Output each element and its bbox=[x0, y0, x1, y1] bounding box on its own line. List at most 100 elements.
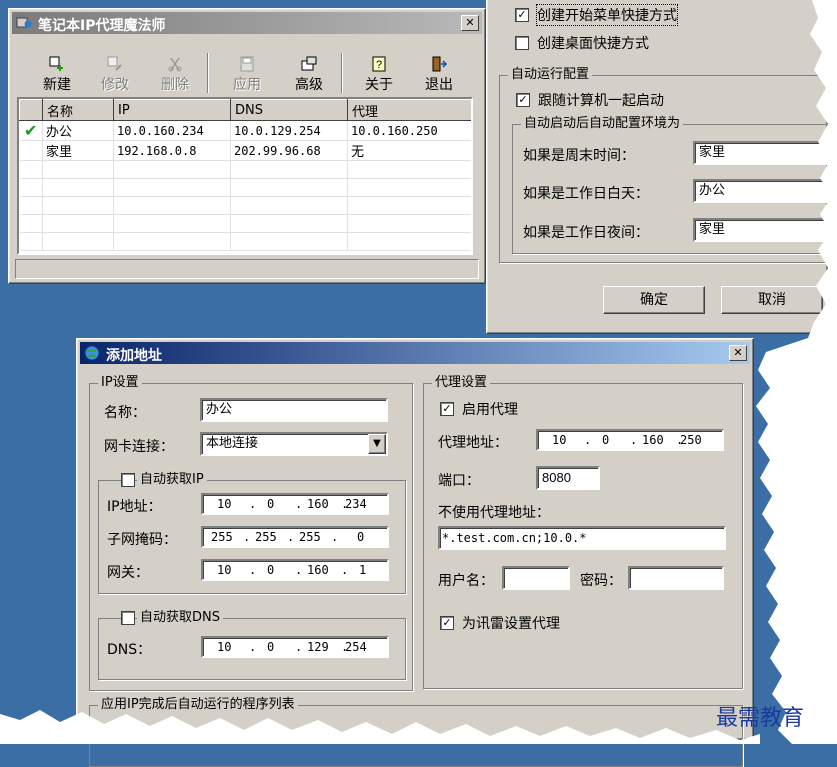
column-header-name[interactable]: 名称 bbox=[42, 99, 114, 121]
active-check-icon: ✔ bbox=[19, 120, 43, 141]
address-table: 名称 IP DNS 代理 ✔ 办公 10.0.160.234 10.0.129.… bbox=[19, 99, 471, 251]
column-header-ip[interactable]: IP bbox=[113, 99, 231, 121]
row-ip: 192.168.0.8 bbox=[113, 140, 231, 161]
table-row-empty bbox=[19, 214, 471, 233]
edit-icon bbox=[93, 56, 137, 74]
row-name: 家里 bbox=[42, 140, 114, 161]
thunder-proxy-checkbox[interactable]: ✓ bbox=[440, 616, 454, 630]
svg-text:?: ? bbox=[376, 59, 382, 71]
ip-octet: 0 bbox=[267, 640, 275, 654]
password-input[interactable] bbox=[628, 566, 724, 590]
ip-octet: 254 bbox=[345, 640, 367, 654]
column-header-status[interactable] bbox=[19, 99, 43, 121]
ip-octet: 1 bbox=[359, 563, 367, 577]
dns-field[interactable]: 10. 0. 129. 254 bbox=[201, 636, 389, 658]
toolbar-advanced-button[interactable]: 高级 bbox=[287, 56, 331, 94]
main-close-button[interactable]: ✕ bbox=[461, 15, 479, 31]
enable-proxy-checkbox[interactable]: ✓ bbox=[440, 402, 454, 416]
ip-octet: 160 bbox=[642, 433, 664, 447]
ip-octet: 129 bbox=[307, 640, 329, 654]
row-proxy: 10.0.160.250 bbox=[347, 120, 471, 141]
proxy-address-label: 代理地址： bbox=[438, 435, 508, 451]
toolbar-new-button[interactable]: 新建 bbox=[35, 56, 79, 94]
toolbar-edit-button[interactable]: 修改 bbox=[93, 56, 137, 94]
address-list[interactable]: 名称 IP DNS 代理 ✔ 办公 10.0.160.234 10.0.129.… bbox=[17, 97, 473, 255]
row-dns: 202.99.96.68 bbox=[230, 140, 348, 161]
row-dns: 10.0.129.254 bbox=[230, 120, 348, 141]
add-dialog-title: 添加地址 bbox=[106, 348, 162, 364]
nic-select[interactable]: 本地连接 ▼ bbox=[200, 432, 388, 456]
ok-button[interactable]: 确定 bbox=[603, 286, 705, 314]
ip-octet: 0 bbox=[602, 433, 610, 447]
toolbar-new-label: 新建 bbox=[43, 77, 71, 93]
proxy-settings-group: 代理设置 ✓ 启用代理 代理地址： 10. 0. 160. 250 端口： 80… bbox=[423, 375, 743, 689]
ip-address-field[interactable]: 10. 0. 160. 234 bbox=[201, 493, 389, 515]
subnet-mask-field[interactable]: 255. 255. 255. 0 bbox=[201, 526, 389, 548]
about-icon: ? bbox=[357, 56, 401, 74]
auto-env-group-label: 自动启动后自动配置环境为 bbox=[521, 116, 684, 132]
proxy-address-field[interactable]: 10. 0. 160. 250 bbox=[536, 429, 724, 451]
table-row[interactable]: 家里 192.168.0.8 202.99.96.68 无 bbox=[19, 140, 471, 161]
ip-octet: 160 bbox=[307, 497, 329, 511]
torn-edge-right bbox=[756, 0, 837, 744]
name-input[interactable]: 办公 bbox=[200, 398, 388, 422]
advanced-icon bbox=[287, 56, 331, 74]
table-row-empty bbox=[19, 160, 471, 179]
add-dialog-titlebar[interactable]: 添加地址 ✕ bbox=[80, 342, 750, 364]
auto-dns-label: 自动获取DNS bbox=[137, 610, 223, 626]
table-row-empty bbox=[19, 196, 471, 215]
auto-dns-group: 自动获取DNS DNS： 10. 0. 129. 254 bbox=[98, 610, 406, 680]
add-dialog-close-button[interactable]: ✕ bbox=[729, 345, 747, 361]
subnet-mask-label: 子网掩码： bbox=[107, 532, 177, 548]
toolbar-separator bbox=[207, 53, 208, 93]
startup-label: 跟随计算机一起启动 bbox=[538, 93, 664, 109]
workday-label: 如果是工作日白天： bbox=[523, 186, 649, 202]
auto-ip-label: 自动获取IP bbox=[137, 472, 207, 488]
toolbar-exit-button[interactable]: 退出 bbox=[417, 56, 461, 94]
ip-octet: 255 bbox=[299, 530, 321, 544]
toolbar-about-button[interactable]: ? 关于 bbox=[357, 56, 401, 94]
torn-edge-bottom bbox=[0, 710, 760, 744]
column-header-dns[interactable]: DNS bbox=[230, 99, 348, 121]
auto-dns-checkbox[interactable] bbox=[121, 611, 135, 625]
ip-octet: 160 bbox=[307, 563, 329, 577]
main-window: 笔记本IP代理魔法师 ✕ 新建 修改 删除 应用 高级 ? 关于 退出 名称 I… bbox=[8, 8, 486, 284]
name-label: 名称： bbox=[104, 405, 146, 421]
weekend-label: 如果是周末时间： bbox=[523, 148, 635, 164]
ip-octet: 10 bbox=[217, 563, 232, 577]
desktop-label: 创建桌面快捷方式 bbox=[537, 36, 649, 52]
globe-icon bbox=[84, 345, 100, 361]
gateway-label: 网关： bbox=[107, 565, 149, 581]
ip-octet: 10 bbox=[217, 497, 232, 511]
gateway-field[interactable]: 10. 0. 160. 1 bbox=[201, 559, 389, 581]
ip-octet: 10 bbox=[552, 433, 567, 447]
port-input[interactable]: 8080 bbox=[536, 466, 600, 490]
apply-icon bbox=[225, 56, 269, 74]
toolbar-advanced-label: 高级 bbox=[295, 77, 323, 93]
chevron-down-icon[interactable]: ▼ bbox=[368, 434, 386, 454]
thunder-proxy-label: 为讯雷设置代理 bbox=[462, 616, 560, 632]
bypass-input[interactable]: *.test.com.cn;10.0.* bbox=[438, 526, 726, 550]
auto-ip-group: 自动获取IP IP地址： 10. 0. 160. 234 子网掩码： 255. … bbox=[98, 472, 406, 594]
main-window-title: 笔记本IP代理魔法师 bbox=[38, 18, 166, 34]
table-row-empty bbox=[19, 232, 471, 251]
ip-octet: 10 bbox=[217, 640, 232, 654]
toolbar-edit-label: 修改 bbox=[101, 77, 129, 93]
toolbar-apply-label: 应用 bbox=[233, 77, 261, 93]
table-row[interactable]: ✔ 办公 10.0.160.234 10.0.129.254 10.0.160.… bbox=[19, 120, 471, 141]
start-menu-checkbox[interactable]: ✓ bbox=[515, 8, 529, 22]
ip-octet: 0 bbox=[267, 497, 275, 511]
toolbar-exit-label: 退出 bbox=[425, 77, 453, 93]
row-ip: 10.0.160.234 bbox=[113, 120, 231, 141]
desktop-checkbox[interactable] bbox=[515, 36, 529, 50]
auto-ip-checkbox[interactable] bbox=[121, 473, 135, 487]
start-menu-label: 创建开始菜单快捷方式 bbox=[536, 4, 678, 26]
exit-icon bbox=[417, 56, 461, 74]
main-titlebar[interactable]: 笔记本IP代理魔法师 ✕ bbox=[12, 12, 482, 34]
startup-checkbox[interactable]: ✓ bbox=[516, 93, 530, 107]
nic-label: 网卡连接： bbox=[104, 439, 174, 455]
column-header-proxy[interactable]: 代理 bbox=[347, 99, 471, 121]
toolbar-apply-button[interactable]: 应用 bbox=[225, 56, 269, 94]
toolbar-delete-button[interactable]: 删除 bbox=[153, 56, 197, 94]
username-input[interactable] bbox=[502, 566, 570, 590]
